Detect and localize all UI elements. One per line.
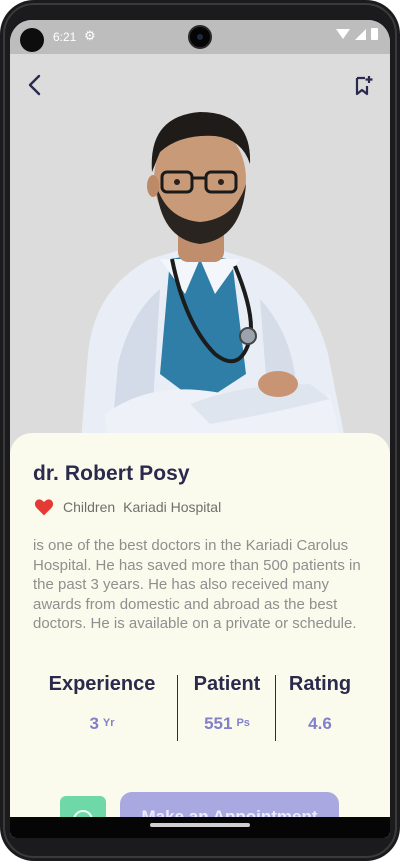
front-sensor bbox=[20, 28, 44, 52]
system-navigation-bar bbox=[10, 817, 390, 838]
stat-rating-value: 4.6 bbox=[308, 714, 332, 733]
phone-frame: 6:21 ⚙ dr. Robert Posy Children Kariadi … bbox=[0, 0, 400, 861]
stat-experience-value: 3 Yr bbox=[32, 714, 172, 734]
stat-experience-unit: Yr bbox=[102, 717, 115, 729]
stat-patient-unit: Ps bbox=[236, 717, 250, 729]
camera-punch-hole bbox=[188, 25, 212, 49]
heart-icon[interactable] bbox=[34, 497, 54, 517]
doctor-detail-sheet: dr. Robert Posy Children Kariadi Hospita… bbox=[10, 433, 390, 838]
doctor-tags: Children Kariadi Hospital bbox=[34, 497, 229, 517]
status-icons bbox=[336, 28, 378, 40]
back-button[interactable] bbox=[24, 72, 46, 98]
status-bar: 6:21 ⚙ bbox=[10, 20, 390, 54]
wifi-icon bbox=[336, 29, 350, 39]
doctor-illustration bbox=[10, 54, 390, 454]
stat-patient-value: 551 Ps bbox=[180, 714, 274, 734]
specialty-tag: Children bbox=[63, 499, 116, 515]
hospital-tag: Kariadi Hospital bbox=[123, 499, 222, 515]
stat-experience-number: 3 bbox=[89, 714, 99, 733]
bookmark-button[interactable] bbox=[352, 74, 374, 98]
chevron-left-icon bbox=[28, 74, 41, 96]
battery-icon bbox=[371, 28, 378, 40]
doctor-stats: Experience 3 Yr Patient 551 Ps Rating 4.6 bbox=[32, 673, 372, 743]
doctor-name: dr. Robert Posy bbox=[33, 462, 190, 485]
status-time: 6:21 bbox=[53, 30, 77, 44]
stat-divider bbox=[177, 675, 178, 741]
stat-rating: Rating 4.6 bbox=[282, 673, 358, 739]
doctor-photo bbox=[10, 54, 390, 454]
stat-rating-label: Rating bbox=[288, 673, 352, 695]
screen: 6:21 ⚙ dr. Robert Posy Children Kariadi … bbox=[10, 20, 390, 838]
stat-patient-label: Patient bbox=[193, 673, 261, 695]
gear-icon: ⚙ bbox=[84, 28, 96, 43]
signal-icon bbox=[355, 28, 366, 40]
home-indicator[interactable] bbox=[150, 823, 250, 827]
stat-divider bbox=[275, 675, 276, 741]
stat-experience-label: Experience bbox=[48, 673, 156, 695]
bookmark-add-icon bbox=[355, 76, 373, 96]
stat-patient: Patient 551 Ps bbox=[180, 673, 274, 739]
stat-patient-number: 551 bbox=[204, 714, 233, 733]
stat-experience: Experience 3 Yr bbox=[32, 673, 172, 739]
doctor-description: is one of the best doctors in the Kariad… bbox=[33, 537, 361, 632]
